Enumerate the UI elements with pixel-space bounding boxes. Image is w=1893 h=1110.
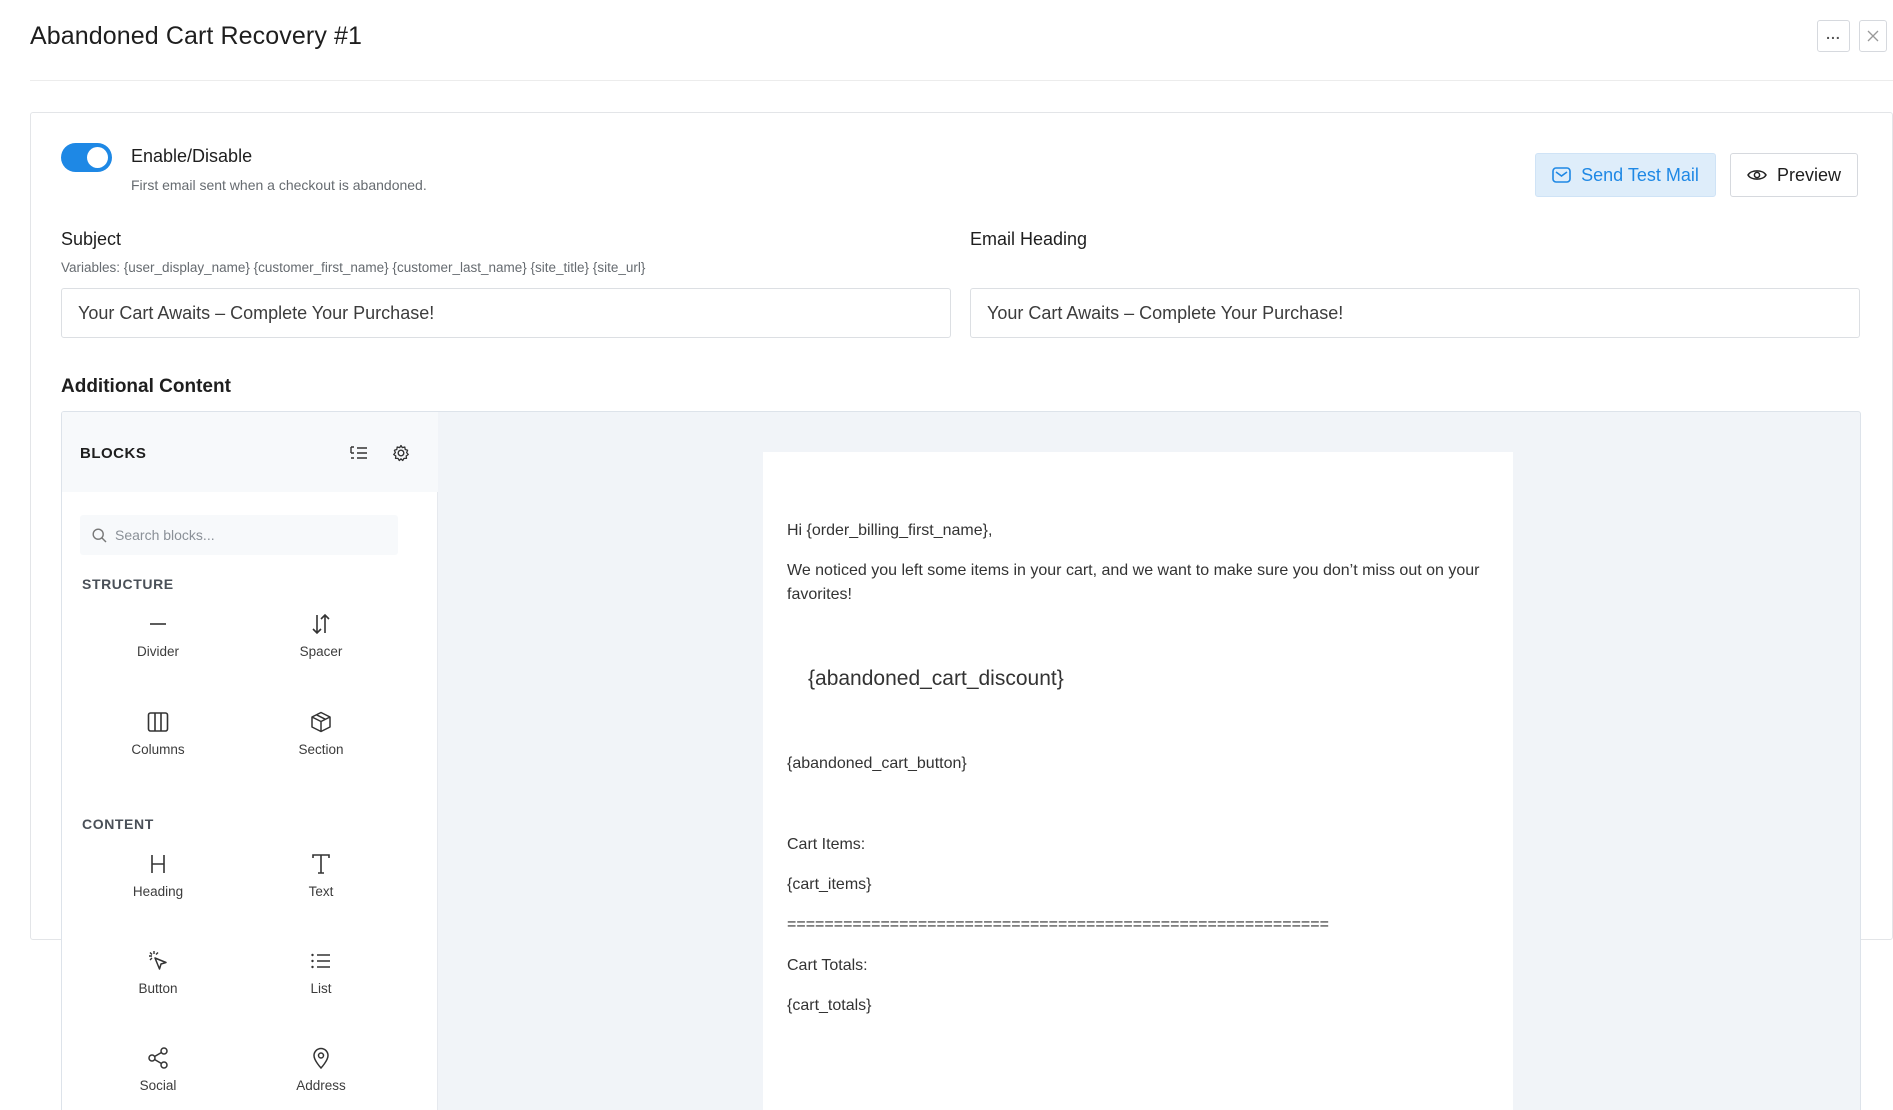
- more-options-button[interactable]: ...: [1817, 20, 1850, 52]
- email-cart-items-label[interactable]: Cart Items:: [787, 836, 865, 854]
- header-divider: [30, 80, 1893, 81]
- spacer-icon: [312, 613, 330, 635]
- block-label: Text: [308, 884, 334, 899]
- close-icon: [1867, 30, 1879, 42]
- email-cart-items-placeholder[interactable]: {cart_items}: [787, 876, 871, 894]
- email-heading-input[interactable]: Your Cart Awaits – Complete Your Purchas…: [970, 288, 1860, 338]
- gear-icon: [393, 444, 409, 462]
- email-cart-totals-placeholder[interactable]: {cart_totals}: [787, 997, 872, 1015]
- send-test-mail-button[interactable]: Send Test Mail: [1535, 153, 1716, 197]
- block-label: Heading: [132, 884, 184, 899]
- page-title: Abandoned Cart Recovery #1: [30, 22, 362, 50]
- columns-icon: [147, 712, 169, 732]
- envelope-icon: [1552, 167, 1571, 183]
- block-label: Section: [298, 742, 344, 757]
- close-button[interactable]: [1859, 20, 1887, 52]
- block-label: Button: [138, 981, 178, 996]
- block-text[interactable]: Text: [256, 852, 386, 932]
- block-section[interactable]: Section: [256, 710, 386, 790]
- address-icon: [313, 1047, 329, 1070]
- text-icon: [312, 854, 330, 874]
- structure-category-label: STRUCTURE: [82, 576, 174, 592]
- subject-input[interactable]: Your Cart Awaits – Complete Your Purchas…: [61, 288, 951, 338]
- toggle-knob: [87, 147, 108, 168]
- subject-label: Subject: [61, 229, 122, 249]
- block-social[interactable]: Social: [93, 1046, 223, 1110]
- email-canvas[interactable]: Hi {order_billing_first_name}, We notice…: [763, 452, 1513, 1110]
- block-button[interactable]: Button: [93, 949, 223, 1029]
- heading-icon: [151, 855, 165, 873]
- block-label: Divider: [136, 644, 179, 659]
- email-separator[interactable]: ========================================…: [787, 916, 1329, 934]
- search-placeholder: Search blocks...: [115, 527, 215, 543]
- additional-content-label: Additional Content: [61, 376, 231, 397]
- send-test-mail-label: Send Test Mail: [1581, 164, 1699, 185]
- block-label: Address: [296, 1078, 346, 1093]
- social-icon: [148, 1047, 168, 1069]
- block-columns[interactable]: Columns: [93, 710, 223, 790]
- block-list[interactable]: List: [256, 949, 386, 1029]
- button-icon: [149, 951, 167, 970]
- list-view-button[interactable]: [346, 440, 372, 466]
- list-view-icon: [350, 446, 367, 459]
- block-spacer[interactable]: Spacer: [256, 612, 386, 692]
- block-label: List: [310, 981, 332, 996]
- email-greeting[interactable]: Hi {order_billing_first_name},: [787, 522, 992, 540]
- email-intro[interactable]: We noticed you left some items in your c…: [787, 559, 1487, 607]
- eye-icon: [1747, 170, 1767, 180]
- divider-icon: [150, 623, 166, 625]
- email-button-placeholder[interactable]: {abandoned_cart_button}: [787, 755, 967, 773]
- list-icon: [311, 953, 330, 969]
- block-label: Social: [139, 1078, 177, 1093]
- enable-description: First email sent when a checkout is aban…: [131, 177, 427, 193]
- block-divider[interactable]: Divider: [93, 612, 223, 692]
- subject-variables-hint: Variables: {user_display_name} {customer…: [61, 260, 646, 275]
- email-heading-label: Email Heading: [970, 229, 1088, 249]
- content-category-label: CONTENT: [82, 816, 154, 832]
- email-discount-placeholder[interactable]: {abandoned_cart_discount}: [808, 667, 1064, 691]
- preview-button[interactable]: Preview: [1730, 153, 1858, 197]
- ellipsis-icon: ...: [1826, 25, 1841, 42]
- search-icon: [92, 527, 107, 542]
- search-blocks-input[interactable]: Search blocks...: [80, 515, 398, 555]
- preview-label: Preview: [1776, 164, 1842, 185]
- email-editor: BLOCKS Search blocks... STRUCTURE Divide…: [61, 411, 1861, 1110]
- email-cart-totals-label[interactable]: Cart Totals:: [787, 957, 868, 975]
- enable-label: Enable/Disable: [131, 146, 253, 166]
- blocks-sidebar: BLOCKS Search blocks... STRUCTURE Divide…: [62, 412, 438, 1110]
- section-icon: [311, 711, 331, 733]
- enable-toggle[interactable]: [61, 143, 112, 172]
- blocks-title: BLOCKS: [80, 445, 147, 462]
- block-label: Columns: [131, 742, 185, 757]
- block-address[interactable]: Address: [256, 1046, 386, 1110]
- settings-button[interactable]: [388, 440, 414, 466]
- block-label: Spacer: [299, 644, 343, 659]
- block-heading[interactable]: Heading: [93, 852, 223, 932]
